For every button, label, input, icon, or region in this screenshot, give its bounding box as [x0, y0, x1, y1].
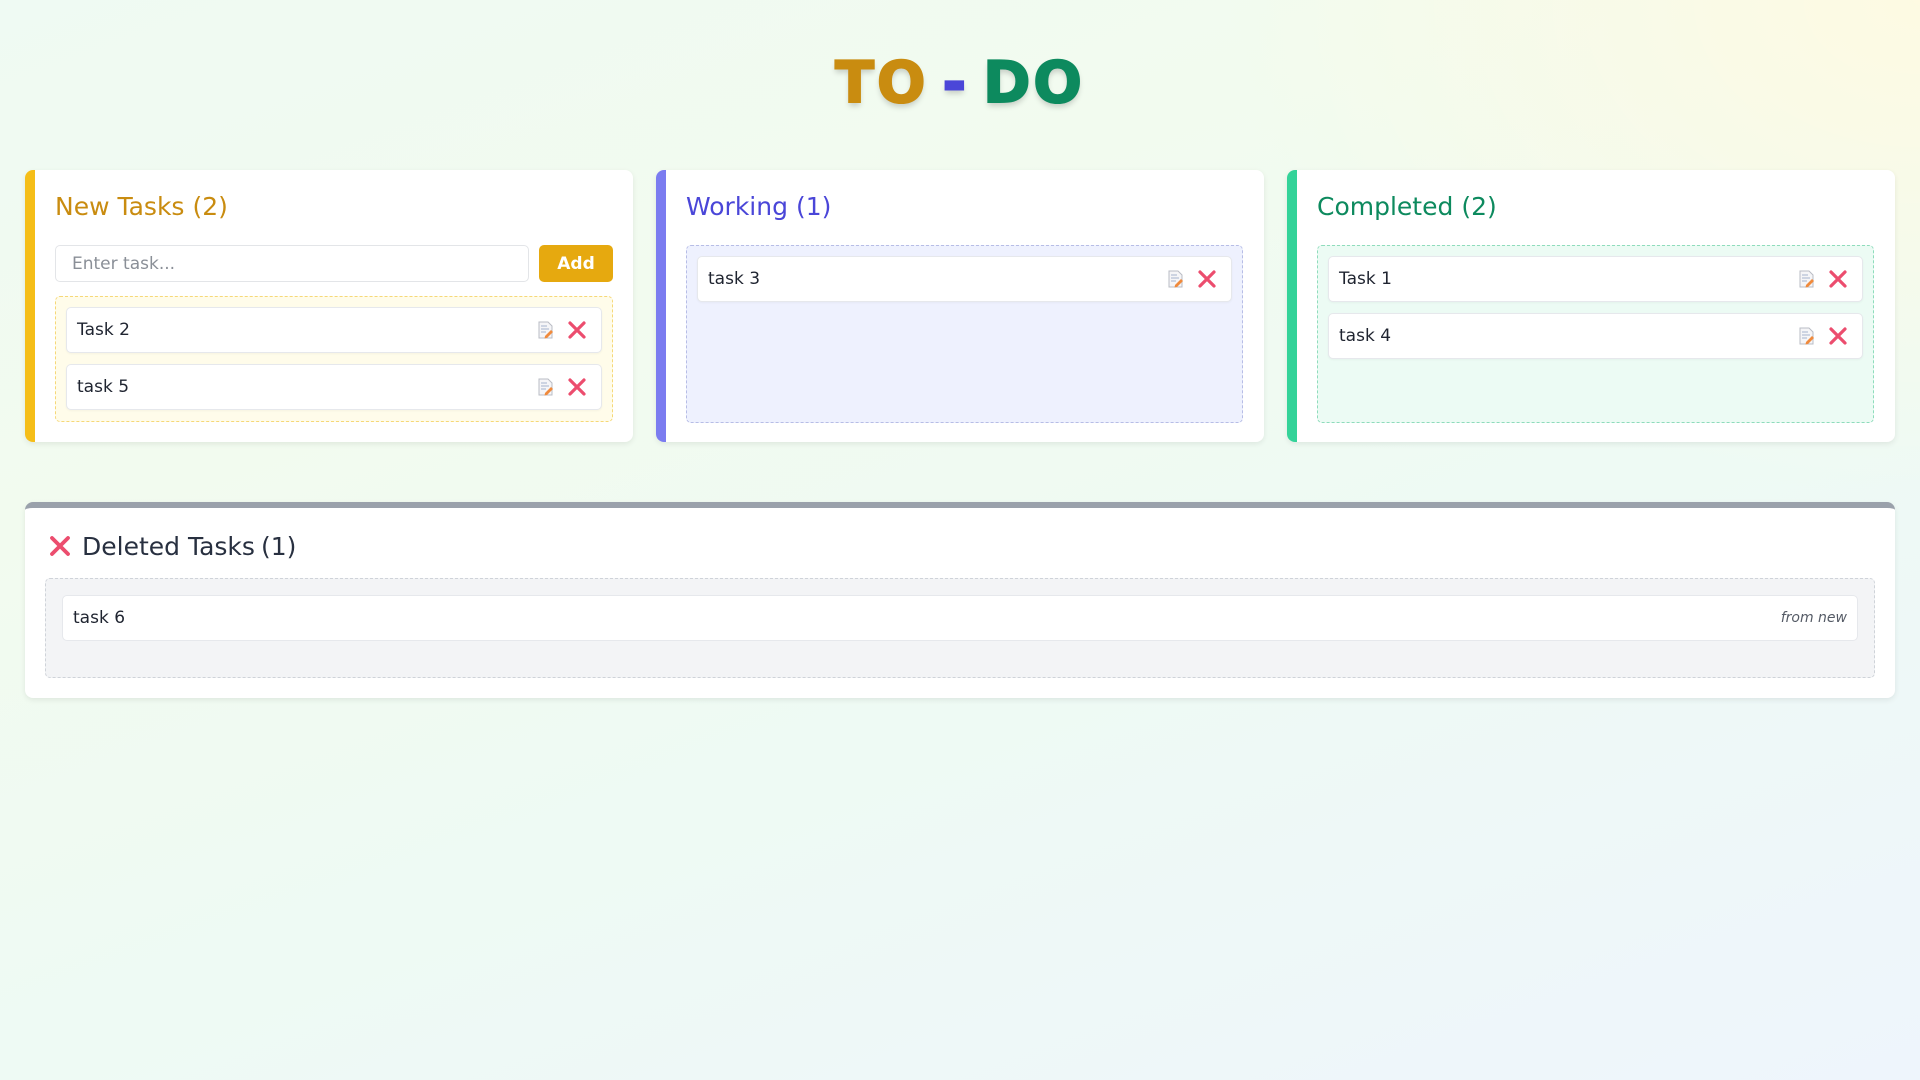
column-count: (1) [795, 192, 832, 221]
title-part-do: DO [982, 49, 1085, 117]
task-card[interactable]: Task 1 [1328, 256, 1863, 302]
column-working: Working (1) task 3 [656, 170, 1264, 442]
deleted-task-card[interactable]: task 6 from new [62, 595, 1858, 641]
deleted-title: Deleted Tasks [82, 532, 255, 561]
deleted-heading: Deleted Tasks (1) [48, 530, 296, 564]
deleted-dropzone[interactable]: task 6 from new [45, 578, 1875, 678]
task-label: Task 2 [77, 320, 130, 340]
column-heading: New Tasks (2) [55, 190, 228, 224]
task-origin: from new [1780, 610, 1847, 626]
edit-icon[interactable] [1799, 327, 1814, 345]
task-card[interactable]: task 3 [697, 256, 1232, 302]
delete-icon[interactable] [1828, 269, 1848, 289]
delete-icon[interactable] [567, 320, 587, 340]
column-new-tasks: New Tasks(2) Add Task 2 task 5 [25, 170, 633, 442]
edit-icon[interactable] [1799, 270, 1814, 288]
deleted-count: (1) [260, 532, 297, 561]
column-accent-bar [1287, 170, 1297, 442]
column-heading: Working (1) [686, 190, 831, 224]
column-count: (2) [192, 192, 228, 221]
task-card[interactable]: task 5 [66, 364, 602, 410]
working-dropzone[interactable]: task 3 [686, 245, 1243, 423]
task-label: Task 1 [1339, 269, 1392, 289]
edit-icon[interactable] [1168, 270, 1183, 288]
column-title: Working [686, 192, 788, 221]
edit-icon[interactable] [538, 321, 553, 339]
task-card[interactable]: Task 2 [66, 307, 602, 353]
column-accent-bar [25, 170, 35, 442]
add-button[interactable]: Add [539, 245, 613, 282]
column-title: New Tasks [55, 192, 185, 221]
edit-icon[interactable] [538, 378, 553, 396]
deleted-tasks-panel: Deleted Tasks (1) task 6 from new [25, 502, 1895, 698]
completed-dropzone[interactable]: Task 1 task 4 [1317, 245, 1874, 423]
add-task-row: Add [55, 245, 613, 282]
task-card[interactable]: task 4 [1328, 313, 1863, 359]
task-input[interactable] [55, 245, 529, 282]
column-accent-bar [656, 170, 666, 442]
delete-icon[interactable] [567, 377, 587, 397]
column-completed: Completed (2) Task 1 task 4 [1287, 170, 1895, 442]
task-label: task 5 [77, 377, 130, 397]
delete-icon[interactable] [1828, 326, 1848, 346]
page-title: TO - DO [0, 49, 1920, 117]
task-label: task 4 [1339, 326, 1392, 346]
title-part-to: TO [834, 49, 929, 117]
close-icon [50, 536, 70, 556]
title-separator: - [941, 49, 970, 117]
column-count: (2) [1461, 192, 1497, 221]
column-title: Completed [1317, 192, 1454, 221]
task-label: task 3 [708, 269, 761, 289]
new-tasks-dropzone[interactable]: Task 2 task 5 [55, 296, 613, 422]
task-label: task 6 [73, 608, 126, 628]
delete-icon[interactable] [1197, 269, 1217, 289]
column-heading: Completed (2) [1317, 190, 1497, 224]
